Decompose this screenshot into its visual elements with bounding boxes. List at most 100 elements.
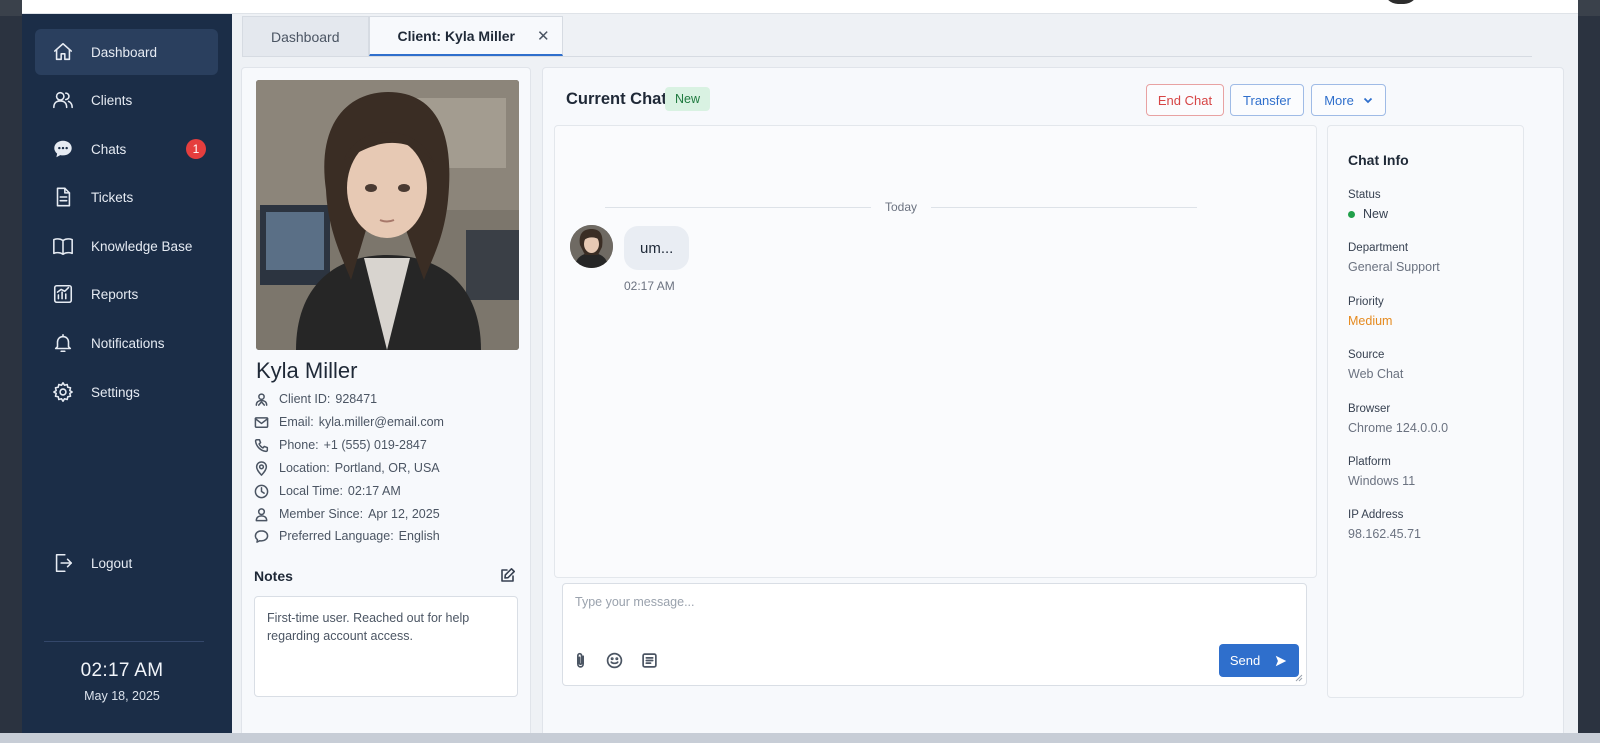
ip-address-value: 98.162.45.71 bbox=[1348, 527, 1421, 541]
top-bar bbox=[22, 0, 1578, 14]
client-local-time-row: Local Time: 02:17 AM bbox=[254, 481, 401, 501]
priority-label: Priority bbox=[1348, 296, 1384, 308]
logout-button[interactable]: Logout bbox=[35, 540, 218, 586]
client-phone-value[interactable]: +1 (555) 019-2847 bbox=[324, 438, 427, 452]
notes-text[interactable]: First-time user. Reached out for help re… bbox=[254, 596, 518, 697]
sidebar-item-label: Chats bbox=[91, 141, 127, 157]
sidebar-item-settings[interactable]: Settings bbox=[35, 369, 218, 415]
sidebar-clock-time: 02:17 AM bbox=[80, 660, 164, 681]
resize-handle-icon[interactable] bbox=[1295, 674, 1303, 682]
message-input[interactable] bbox=[563, 584, 1306, 636]
sidebar-item-chats[interactable]: Chats 1 bbox=[35, 126, 218, 172]
department-label: Department bbox=[1348, 242, 1409, 254]
browser-value: Chrome 124.0.0.0 bbox=[1348, 421, 1449, 435]
unread-badge: 1 bbox=[186, 139, 206, 159]
sidebar: Dashboard Clients Chats 1 Tickets Knowle… bbox=[22, 14, 232, 743]
more-dropdown-button[interactable]: More bbox=[1311, 84, 1386, 116]
id-icon bbox=[255, 392, 268, 406]
platform-label: Platform bbox=[1348, 456, 1391, 468]
mail-icon bbox=[254, 416, 269, 428]
phone-icon bbox=[254, 438, 269, 452]
sidebar-item-label: Notifications bbox=[91, 335, 165, 351]
ip-address-label: IP Address bbox=[1348, 509, 1404, 521]
sidebar-item-reports[interactable]: Reports bbox=[35, 271, 218, 317]
send-button[interactable]: Send bbox=[1219, 644, 1299, 677]
chevron-down-icon bbox=[1363, 97, 1372, 104]
sidebar-item-notifications[interactable]: Notifications bbox=[35, 320, 218, 366]
status-label: Status bbox=[1348, 189, 1381, 201]
client-photo bbox=[256, 80, 519, 350]
tab-bar-divider bbox=[242, 56, 1532, 57]
client-location-row: Location: Portland, OR, USA bbox=[254, 458, 440, 478]
client-email-value[interactable]: kyla.miller@email.com bbox=[319, 415, 444, 429]
status-value: New bbox=[1348, 207, 1388, 221]
source-value: Web Chat bbox=[1348, 367, 1404, 381]
sidebar-item-label: Reports bbox=[91, 286, 139, 302]
user-icon bbox=[255, 507, 268, 521]
tab-dashboard[interactable]: Dashboard bbox=[242, 16, 369, 56]
sidebar-clock-date: May 18, 2025 bbox=[84, 689, 160, 703]
chart-icon bbox=[51, 282, 75, 306]
platform-value: Windows 11 bbox=[1348, 474, 1416, 488]
edit-notes-button[interactable] bbox=[500, 567, 516, 588]
client-language-value: English bbox=[398, 529, 440, 543]
client-email-row: Email: kyla.miller@email.com bbox=[254, 412, 444, 432]
client-language-row: Preferred Language: English bbox=[254, 526, 440, 546]
users-icon bbox=[51, 88, 75, 112]
logout-label: Logout bbox=[91, 555, 133, 571]
smiley-icon bbox=[606, 652, 622, 668]
sidebar-item-dashboard[interactable]: Dashboard bbox=[35, 29, 218, 75]
monitor-bezel-bottom bbox=[0, 733, 1600, 743]
sidebar-item-label: Settings bbox=[91, 384, 140, 400]
tab-label: Client: Kyla Miller bbox=[397, 27, 515, 44]
sidebar-item-label: Dashboard bbox=[91, 44, 158, 60]
attach-button[interactable] bbox=[570, 650, 590, 670]
sidebar-divider bbox=[44, 641, 204, 642]
send-arrow-icon bbox=[1275, 655, 1287, 666]
client-profile-card: Kyla Miller Client ID: 928471 Email: kyl… bbox=[241, 67, 531, 737]
message-bubble: um... bbox=[624, 226, 690, 270]
canned-responses-button[interactable] bbox=[639, 650, 659, 670]
book-icon bbox=[51, 234, 75, 258]
client-local-time-value: 02:17 AM bbox=[347, 484, 401, 498]
client-location-value: Portland, OR, USA bbox=[334, 461, 440, 475]
day-separator: Today bbox=[605, 199, 1197, 215]
sidebar-item-label: Clients bbox=[91, 92, 133, 108]
status-dot-icon bbox=[1348, 210, 1355, 218]
close-icon[interactable]: ✕ bbox=[537, 27, 550, 45]
message-list[interactable]: Today um... 02:17 AM bbox=[554, 125, 1317, 578]
source-label: Source bbox=[1348, 349, 1385, 361]
browser-label: Browser bbox=[1348, 403, 1391, 415]
document-icon bbox=[51, 185, 75, 209]
client-member-since-value: Apr 12, 2025 bbox=[368, 507, 440, 521]
client-avatar bbox=[570, 225, 613, 268]
chat-info-panel: Chat Info Status New Department General … bbox=[1327, 125, 1524, 698]
sidebar-item-tickets[interactable]: Tickets bbox=[35, 174, 218, 220]
tab-label: Dashboard bbox=[271, 28, 340, 45]
logout-icon bbox=[51, 551, 75, 575]
user-avatar[interactable] bbox=[1384, 0, 1418, 4]
chat-info-title: Chat Info bbox=[1348, 152, 1409, 168]
app-screen: Dashboard Clients Chats 1 Tickets Knowle… bbox=[22, 0, 1578, 743]
priority-value: Medium bbox=[1348, 314, 1393, 328]
client-member-since-row: Member Since: Apr 12, 2025 bbox=[254, 504, 440, 524]
tab-client-kyla-miller[interactable]: Client: Kyla Miller ✕ bbox=[368, 16, 563, 56]
emoji-button[interactable] bbox=[604, 650, 624, 670]
client-id-row: Client ID: 928471 bbox=[254, 389, 377, 409]
sidebar-item-label: Knowledge Base bbox=[91, 238, 193, 254]
end-chat-button[interactable]: End Chat bbox=[1146, 84, 1224, 116]
transfer-button[interactable]: Transfer bbox=[1230, 84, 1304, 116]
client-id-value: 928471 bbox=[335, 392, 378, 406]
sidebar-item-label: Tickets bbox=[91, 189, 134, 205]
chat-bubble-icon bbox=[51, 137, 75, 161]
sidebar-item-clients[interactable]: Clients bbox=[35, 77, 218, 123]
speech-icon bbox=[254, 529, 269, 543]
template-icon bbox=[641, 652, 657, 668]
gear-icon bbox=[51, 380, 75, 404]
chat-title: Current Chat bbox=[566, 90, 667, 108]
sidebar-item-knowledge-base[interactable]: Knowledge Base bbox=[35, 223, 218, 269]
chat-panel: Current Chat New End Chat Transfer More … bbox=[542, 67, 1564, 737]
paperclip-icon bbox=[576, 652, 584, 668]
message-timestamp: 02:17 AM bbox=[624, 279, 675, 293]
client-phone-row: Phone: +1 (555) 019-2847 bbox=[254, 435, 427, 455]
